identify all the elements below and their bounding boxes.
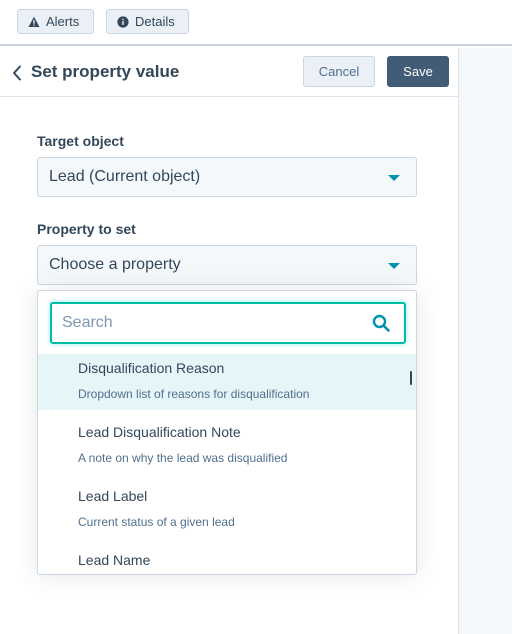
top-toolbar: Alerts Details [0, 0, 512, 46]
caret-down-icon [388, 175, 400, 181]
property-to-set-placeholder: Choose a property [49, 256, 181, 273]
info-icon [117, 15, 129, 28]
dropdown-option-lead-name[interactable]: Lead Name [38, 546, 416, 574]
dropdown-scrollbar[interactable] [410, 371, 412, 385]
option-title: Lead Label [78, 488, 148, 504]
warning-icon [28, 16, 40, 27]
dropdown-option-lead-disqualification-note[interactable]: Lead Disqualification Note A note on why… [38, 418, 416, 474]
panel-title: Set property value [31, 62, 180, 81]
option-title: Disqualification Reason [78, 360, 225, 376]
search-box [50, 302, 406, 344]
back-button[interactable] [10, 64, 24, 82]
property-to-set-select[interactable]: Choose a property [37, 245, 417, 285]
chevron-left-icon [13, 65, 21, 81]
panel-header: Set property value Cancel Save [0, 48, 458, 97]
save-button[interactable]: Save [387, 56, 449, 87]
search-input[interactable] [62, 304, 362, 342]
property-to-set-label: Property to set [37, 221, 136, 237]
details-button-label: Details [135, 14, 175, 29]
search-icon[interactable] [372, 314, 390, 332]
target-object-label: Target object [37, 133, 124, 149]
caret-down-icon [388, 263, 400, 269]
alerts-button-label: Alerts [46, 14, 80, 29]
option-description: Current status of a given lead [78, 515, 235, 529]
cancel-button[interactable]: Cancel [303, 56, 375, 87]
dropdown-option-disqualification-reason[interactable]: Disqualification Reason Dropdown list of… [38, 354, 416, 410]
dropdown-option-lead-label[interactable]: Lead Label Current status of a given lea… [38, 482, 416, 538]
option-title: Lead Disqualification Note [78, 424, 241, 440]
details-button[interactable]: Details [106, 9, 189, 34]
option-title: Lead Name [78, 552, 151, 568]
target-object-select[interactable]: Lead (Current object) [37, 157, 417, 197]
option-description: Dropdown list of reasons for disqualific… [78, 387, 310, 401]
background-canvas [458, 48, 512, 634]
alerts-button[interactable]: Alerts [17, 9, 94, 34]
property-dropdown: Disqualification Reason Dropdown list of… [37, 290, 417, 575]
target-object-value: Lead (Current object) [49, 168, 201, 185]
option-description: A note on why the lead was disqualified [78, 451, 288, 465]
